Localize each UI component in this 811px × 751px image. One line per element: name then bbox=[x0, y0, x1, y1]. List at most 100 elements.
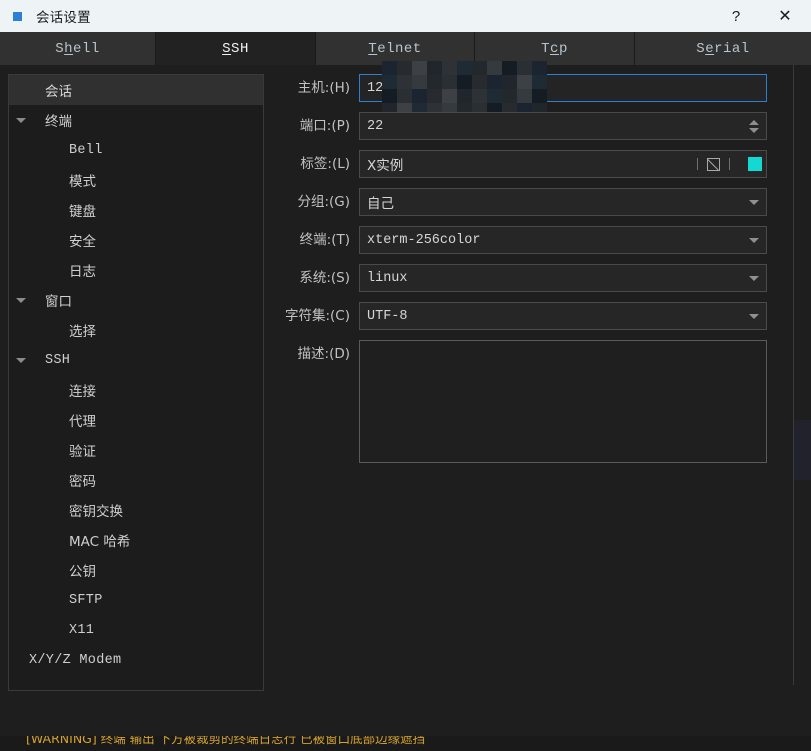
mosaic-cell bbox=[532, 75, 547, 89]
system-select[interactable]: linux bbox=[359, 264, 767, 292]
label-input[interactable]: X实例 bbox=[359, 150, 767, 178]
title-bar: 会话设置 ? ✕ bbox=[0, 0, 811, 32]
sidebar-item-label: X/Y/Z Modem bbox=[29, 652, 122, 668]
charset-select[interactable]: UTF-8 bbox=[359, 302, 767, 330]
charset-row: 字符集:(C) UTF-8 bbox=[276, 302, 786, 330]
stepper-up-icon[interactable] bbox=[749, 119, 759, 125]
sidebar-item-label: 密码 bbox=[69, 474, 96, 490]
sidebar-item-10[interactable]: 连接 bbox=[9, 375, 263, 405]
tab-mnemonic: c bbox=[550, 40, 559, 57]
description-textarea[interactable] bbox=[359, 340, 767, 463]
group-label: 分组:(G) bbox=[297, 194, 350, 210]
tab-telnet[interactable]: Telnet bbox=[316, 32, 475, 65]
label-tools bbox=[688, 151, 762, 177]
sidebar-item-3[interactable]: 模式 bbox=[9, 165, 263, 195]
edit-icon[interactable] bbox=[707, 157, 720, 171]
description-label: 描述:(D) bbox=[297, 346, 350, 362]
settings-tree[interactable]: 会话终端 Bell 模式键盘安全日志窗口选择 SSH 连接代理验证密码密钥交换 MAC 哈… bbox=[8, 74, 264, 691]
sidebar-item-label: SSH bbox=[45, 352, 71, 368]
sidebar-item-label: 连接 bbox=[69, 384, 96, 400]
system-value: linux bbox=[367, 270, 408, 286]
chevron-down-icon[interactable] bbox=[749, 238, 759, 243]
port-spinner[interactable]: 22 bbox=[359, 112, 767, 140]
mosaic-cell bbox=[427, 75, 442, 89]
sidebar-item-label: 会话 bbox=[45, 84, 72, 100]
sidebar-item-8[interactable]: 选择 bbox=[9, 315, 263, 345]
chevron-down-icon[interactable] bbox=[13, 285, 29, 315]
mosaic-cell bbox=[487, 89, 502, 103]
sidebar-item-label: 终端 bbox=[45, 114, 72, 130]
sidebar-item-18[interactable]: X11 bbox=[9, 615, 263, 645]
mosaic-cell bbox=[532, 89, 547, 103]
group-value: 自己 bbox=[367, 196, 394, 212]
sidebar-item-label: 窗口 bbox=[45, 294, 72, 310]
mosaic-cell bbox=[457, 89, 472, 103]
chevron-down-icon[interactable] bbox=[749, 276, 759, 281]
sidebar-item-label: 安全 bbox=[69, 234, 96, 250]
sidebar-item-11[interactable]: 代理 bbox=[9, 405, 263, 435]
sidebar-item-label: 密钥交换 bbox=[69, 504, 123, 520]
session-square-icon bbox=[13, 11, 22, 21]
sidebar-item-16[interactable]: 公钥 bbox=[9, 555, 263, 585]
close-icon[interactable]: ✕ bbox=[759, 0, 811, 32]
tab-shell[interactable]: Sh ell bbox=[0, 32, 156, 65]
tab-tcp[interactable]: Tcp bbox=[475, 32, 635, 65]
sidebar-item-label: 日志 bbox=[69, 264, 96, 280]
sidebar-item-2[interactable]: Bell bbox=[9, 135, 263, 165]
host-input[interactable]: 12 bbox=[359, 61, 767, 117]
sidebar-item-17[interactable]: SFTP bbox=[9, 585, 263, 615]
sidebar-item-label: X11 bbox=[69, 622, 95, 638]
divider bbox=[729, 158, 730, 170]
sidebar-item-0[interactable]: 会话 bbox=[9, 75, 263, 105]
terminal-select[interactable]: xterm-256color bbox=[359, 226, 767, 254]
sidebar-item-9[interactable]: SSH bbox=[9, 345, 263, 375]
tab-mnemonic: h bbox=[64, 40, 74, 57]
host-value: 12 bbox=[367, 80, 384, 96]
sidebar-item-13[interactable]: 密码 bbox=[9, 465, 263, 495]
sidebar-item-label: 键盘 bbox=[69, 204, 96, 220]
chevron-down-icon[interactable] bbox=[749, 314, 759, 319]
mosaic-cell bbox=[442, 89, 457, 103]
sidebar-item-5[interactable]: 安全 bbox=[9, 225, 263, 255]
color-swatch-icon[interactable] bbox=[748, 157, 762, 171]
mosaic-cell bbox=[487, 75, 502, 89]
port-stepper[interactable] bbox=[744, 114, 764, 138]
chevron-down-icon[interactable] bbox=[13, 105, 29, 135]
label-value: X实例 bbox=[367, 158, 404, 174]
system-row: 系统:(S) linux bbox=[276, 264, 786, 292]
clipped-console-line: [WARNING] 终端 输出 下方被裁剪的终端日志行 已被窗口底部边缘遮挡 bbox=[0, 736, 811, 751]
sidebar-item-12[interactable]: 验证 bbox=[9, 435, 263, 465]
sidebar-item-7[interactable]: 窗口 bbox=[9, 285, 263, 315]
window-controls: ? ✕ bbox=[713, 0, 811, 32]
mosaic-cell bbox=[502, 75, 517, 89]
right-divider bbox=[793, 65, 794, 685]
tab-serial[interactable]: Se rial bbox=[635, 32, 811, 65]
description-row: 描述:(D) bbox=[276, 340, 786, 463]
group-row: 分组:(G) 自己 bbox=[276, 188, 786, 216]
chevron-down-icon[interactable] bbox=[749, 200, 759, 205]
mosaic-cell bbox=[517, 89, 532, 103]
group-select[interactable]: 自己 bbox=[359, 188, 767, 216]
sidebar-item-4[interactable]: 键盘 bbox=[9, 195, 263, 225]
sidebar-item-label: SFTP bbox=[69, 592, 103, 608]
charset-value: UTF-8 bbox=[367, 308, 408, 324]
mosaic-cell bbox=[382, 75, 397, 89]
tab-ssh[interactable]: S SH bbox=[156, 32, 316, 65]
sidebar-item-15[interactable]: MAC 哈希 bbox=[9, 525, 263, 555]
sidebar-item-19[interactable]: X/Y/Z Modem bbox=[9, 645, 263, 675]
mosaic-cell bbox=[397, 89, 412, 103]
tab-mnemonic: e bbox=[705, 40, 715, 57]
chevron-down-icon[interactable] bbox=[13, 345, 29, 375]
edge-panel-hint bbox=[794, 420, 811, 480]
sidebar-item-6[interactable]: 日志 bbox=[9, 255, 263, 285]
help-button[interactable]: ? bbox=[713, 0, 759, 32]
mosaic-cell bbox=[457, 75, 472, 89]
sidebar-item-1[interactable]: 终端 bbox=[9, 105, 263, 135]
system-label: 系统:(S) bbox=[299, 270, 350, 286]
sidebar-item-14[interactable]: 密钥交换 bbox=[9, 495, 263, 525]
stepper-down-icon[interactable] bbox=[749, 127, 759, 133]
protocol-tabs: Sh ell S SH Telnet Tc p Se rial bbox=[0, 32, 811, 65]
dialog-body: 会话终端 Bell 模式键盘安全日志窗口选择 SSH 连接代理验证密码密钥交换 MAC 哈… bbox=[0, 61, 811, 751]
sidebar-item-label: 代理 bbox=[69, 414, 96, 430]
mosaic-cell bbox=[472, 75, 487, 89]
